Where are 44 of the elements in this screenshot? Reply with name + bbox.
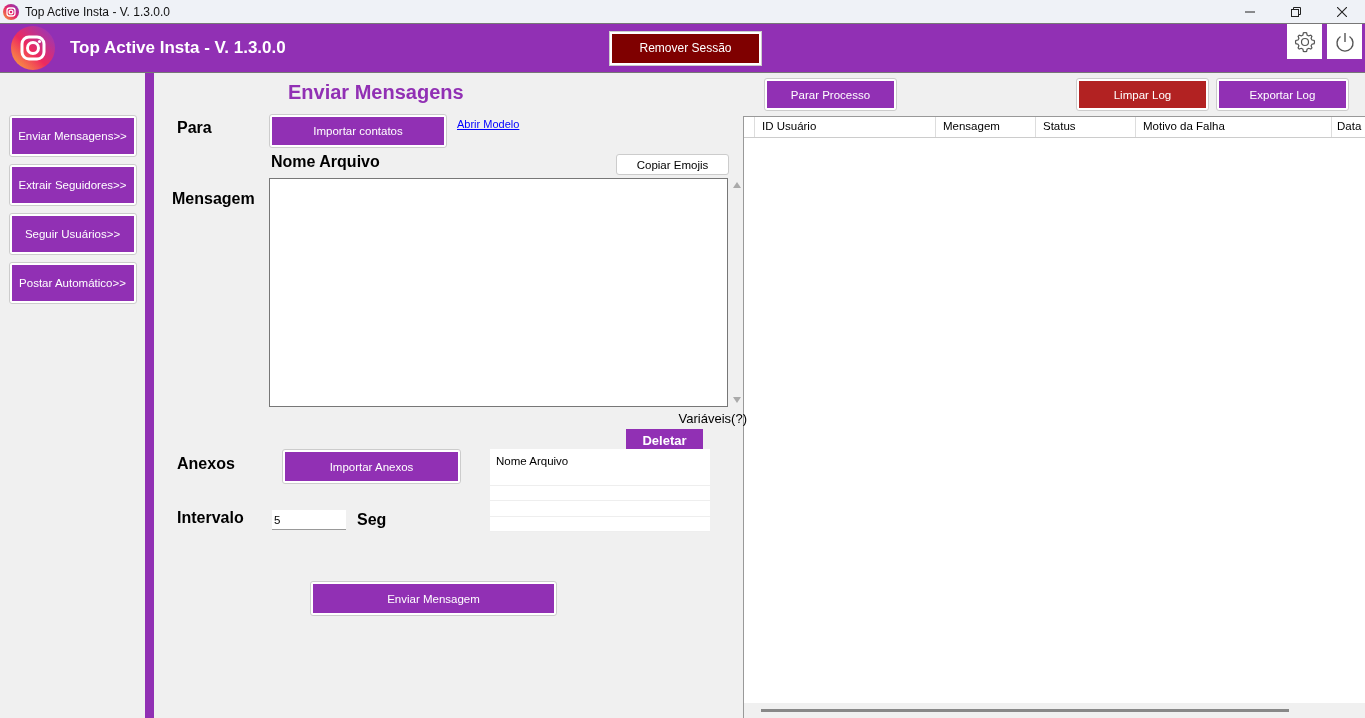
copy-emojis-button[interactable]: Copiar Emojis: [616, 154, 729, 175]
horizontal-scrollbar[interactable]: [744, 703, 1365, 718]
settings-icon: [1293, 30, 1316, 53]
scroll-down-icon: [733, 397, 741, 403]
interval-field[interactable]: 5: [272, 510, 346, 530]
send-message-button[interactable]: Enviar Mensagem: [313, 584, 554, 613]
column-header[interactable]: Status: [1036, 117, 1136, 137]
column-header[interactable]: Mensagem: [936, 117, 1036, 137]
list-header: Nome Arquivo: [490, 449, 710, 487]
restore-icon: [1291, 6, 1301, 17]
field-label: Intervalo: [177, 509, 245, 527]
field-label: Para: [176, 119, 213, 137]
template-link[interactable]: Abrir Modelo: [457, 118, 520, 130]
column-header[interactable]: Data: [1332, 117, 1365, 137]
sidebar-button[interactable]: Enviar Mensagens>>: [11, 118, 134, 154]
app-title: Top Active Insta - V. 1.3.0.0: [70, 38, 287, 58]
import-attachments-button[interactable]: Importar Anexos: [285, 452, 458, 481]
stop-process-button[interactable]: Parar Processo: [767, 81, 894, 108]
settings-button[interactable]: [1287, 24, 1322, 59]
sidebar-button[interactable]: Extrair Seguidores>>: [11, 167, 134, 203]
app-icon: [3, 3, 19, 20]
field-label: Anexos: [177, 455, 236, 473]
variables-help-link[interactable]: Variáveis(?): [651, 411, 747, 426]
window-title: Top Active Insta - V. 1.3.0.0: [25, 4, 170, 19]
scroll-up-icon: [733, 182, 741, 188]
column-header[interactable]: Motivo da Falha: [1136, 117, 1332, 137]
sidebar-button[interactable]: Postar Automático>>: [11, 265, 134, 301]
clear-log-button[interactable]: Limpar Log: [1079, 81, 1206, 108]
section-title: Enviar Mensagens: [288, 81, 465, 104]
close-icon: [1337, 6, 1347, 17]
unit-label: Seg: [357, 511, 387, 529]
power-icon: [1333, 30, 1356, 53]
export-log-button[interactable]: Exportar Log: [1219, 81, 1346, 108]
message-field[interactable]: [269, 178, 729, 407]
field-label: Mensagem: [172, 190, 256, 208]
column-header[interactable]: ID Usuário: [755, 117, 936, 137]
sidebar-button[interactable]: Seguir Usuários>>: [11, 216, 134, 252]
scroll-thumb[interactable]: [761, 709, 1289, 712]
delete-button[interactable]: Deletar: [626, 429, 703, 451]
remove-session-button[interactable]: Remover Sessão: [610, 31, 761, 65]
camera-logo-icon: [11, 26, 55, 70]
file-name-label: Nome Arquivo: [271, 153, 381, 171]
import-contacts-button[interactable]: Importar contatos: [272, 117, 444, 145]
power-button[interactable]: [1327, 24, 1362, 59]
